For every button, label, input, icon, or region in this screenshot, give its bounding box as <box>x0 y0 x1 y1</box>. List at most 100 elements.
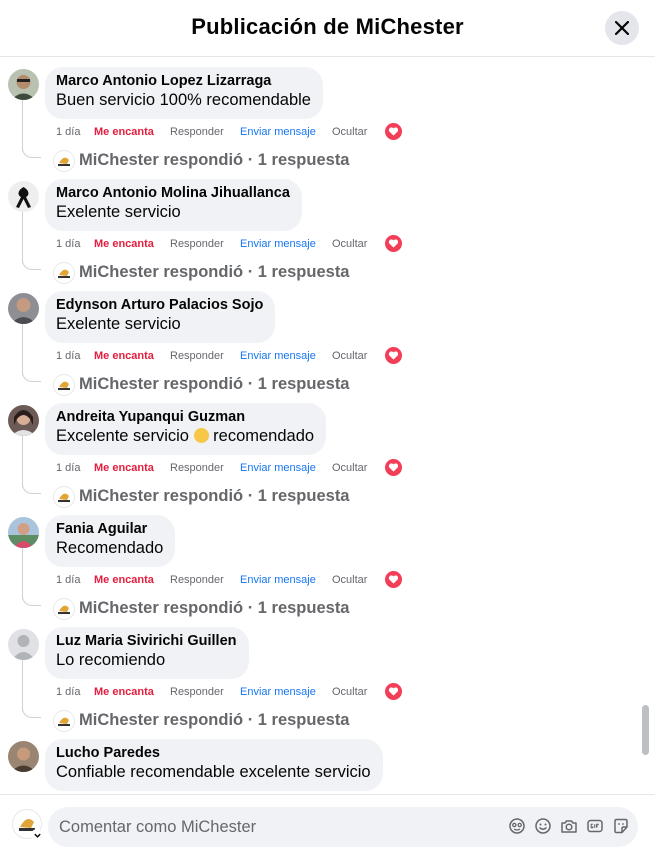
comment-author[interactable]: Edynson Arturo Palacios Sojo <box>56 297 263 314</box>
love-reaction-link[interactable]: Me encanta <box>94 574 154 586</box>
comment-author[interactable]: Lucho Paredes <box>56 745 371 762</box>
default-profile-icon <box>8 629 39 660</box>
love-reaction-link[interactable]: Me encanta <box>94 462 154 474</box>
replies-summary-text[interactable]: MiChester respondió · 1 respuesta <box>79 485 350 507</box>
camera-icon <box>560 819 577 833</box>
sticker-icon <box>613 818 628 833</box>
avatar[interactable] <box>8 517 39 548</box>
reply-link[interactable]: Responder <box>170 462 224 474</box>
comment-item: Andreita Yupanqui Guzman Excelente servi… <box>0 393 640 508</box>
comment-author[interactable]: Fania Aguilar <box>56 521 163 538</box>
heart-reaction-badge[interactable] <box>385 459 402 476</box>
hide-link[interactable]: Ocultar <box>332 238 367 250</box>
replies-summary-text[interactable]: MiChester respondió · 1 respuesta <box>79 597 350 619</box>
replies-summary-text[interactable]: MiChester respondió · 1 respuesta <box>79 261 350 283</box>
comment-bubble: Marco Antonio Lopez Lizarraga Buen servi… <box>45 67 323 119</box>
send-message-link[interactable]: Enviar mensaje <box>240 462 316 474</box>
photo-button[interactable] <box>559 816 578 835</box>
love-reaction-link[interactable]: Me encanta <box>94 238 154 250</box>
hide-link[interactable]: Ocultar <box>332 462 367 474</box>
avatar[interactable] <box>8 69 39 100</box>
replies-summary-text[interactable]: MiChester respondió · 1 respuesta <box>79 373 350 395</box>
heart-reaction-badge[interactable] <box>385 123 402 140</box>
scrollbar-thumb[interactable] <box>642 705 649 755</box>
send-message-link[interactable]: Enviar mensaje <box>240 350 316 362</box>
thread-connector <box>22 367 41 382</box>
emoji-button[interactable] <box>533 816 552 835</box>
hide-link[interactable]: Ocultar <box>332 126 367 138</box>
thread-connector <box>22 591 41 606</box>
heart-reaction-badge[interactable] <box>385 571 402 588</box>
comment-bubble: Fania Aguilar Recomendado <box>45 515 176 567</box>
comment-time[interactable]: 1 día <box>56 350 80 362</box>
love-reaction-link[interactable]: Me encanta <box>94 126 154 138</box>
thread-connector <box>22 479 41 494</box>
thread-connector <box>22 255 41 270</box>
avatar[interactable] <box>8 741 39 772</box>
reply-link[interactable]: Responder <box>170 238 224 250</box>
comment-author[interactable]: Marco Antonio Lopez Lizarraga <box>56 73 311 90</box>
send-message-link[interactable]: Enviar mensaje <box>240 238 316 250</box>
comment-text: Excelente servicio recomendado <box>56 427 315 445</box>
comment-author[interactable]: Andreita Yupanqui Guzman <box>56 409 314 426</box>
gif-button[interactable] <box>585 816 604 835</box>
love-reaction-link[interactable]: Me encanta <box>94 350 154 362</box>
comment-time[interactable]: 1 día <box>56 238 80 250</box>
thread-line <box>22 91 23 151</box>
comment-item: Fania Aguilar Recomendado 1 día Me encan… <box>0 505 640 620</box>
sticker-button[interactable] <box>611 816 630 835</box>
heart-reaction-badge[interactable] <box>385 347 402 364</box>
send-message-link[interactable]: Enviar mensaje <box>240 686 316 698</box>
dialog-header: Publicación de MiChester <box>0 0 655 57</box>
heart-reaction-badge[interactable] <box>385 235 402 252</box>
thread-line <box>22 651 23 711</box>
hide-link[interactable]: Ocultar <box>332 574 367 586</box>
thread-line <box>22 315 23 375</box>
profile-switch-button[interactable] <box>31 829 43 841</box>
comment-text: Buen servicio 100% recomendable <box>56 91 311 109</box>
avatar[interactable] <box>8 181 39 212</box>
close-button[interactable] <box>605 11 639 45</box>
avatar[interactable] <box>8 629 39 660</box>
heart-reaction-badge[interactable] <box>385 683 402 700</box>
reply-link[interactable]: Responder <box>170 126 224 138</box>
reply-link[interactable]: Responder <box>170 350 224 362</box>
send-message-link[interactable]: Enviar mensaje <box>240 574 316 586</box>
thread-connector <box>22 143 41 158</box>
thread-line <box>22 539 23 599</box>
comment-time[interactable]: 1 día <box>56 574 80 586</box>
reply-link[interactable]: Responder <box>170 574 224 586</box>
comment-bubble: Edynson Arturo Palacios Sojo Exelente se… <box>45 291 276 343</box>
comment-composer <box>0 794 655 864</box>
comment-bubble: Lucho Paredes Confiable recomendable exc… <box>45 739 383 791</box>
comment-time[interactable]: 1 día <box>56 126 80 138</box>
avatar[interactable] <box>8 293 39 324</box>
comment-bubble: Andreita Yupanqui Guzman Excelente servi… <box>45 403 327 455</box>
heart-icon <box>388 575 399 584</box>
chevron-down-icon <box>33 833 41 838</box>
comment-text: Lo recomiendo <box>56 651 166 669</box>
thread-connector <box>22 703 41 718</box>
comment-time[interactable]: 1 día <box>56 462 80 474</box>
avatar-sticker-icon <box>508 817 525 834</box>
hide-link[interactable]: Ocultar <box>332 350 367 362</box>
comment-author[interactable]: Marco Antonio Molina Jihuallanca <box>56 185 290 202</box>
love-reaction-link[interactable]: Me encanta <box>94 686 154 698</box>
avatar[interactable] <box>8 405 39 436</box>
comment-item: Marco Antonio Lopez Lizarraga Buen servi… <box>0 57 640 172</box>
hide-link[interactable]: Ocultar <box>332 686 367 698</box>
comment-author[interactable]: Luz Maria Sivirichi Guillen <box>56 633 237 650</box>
replies-summary-text[interactable]: MiChester respondió · 1 respuesta <box>79 149 350 171</box>
send-message-link[interactable]: Enviar mensaje <box>240 126 316 138</box>
thread-line <box>22 427 23 487</box>
comment-time[interactable]: 1 día <box>56 686 80 698</box>
comments-feed[interactable]: Marco Antonio Lopez Lizarraga Buen servi… <box>0 57 655 793</box>
avatar-sticker-button[interactable] <box>507 816 526 835</box>
comment-item: Luz Maria Sivirichi Guillen Lo recomiend… <box>0 617 640 732</box>
comment-item: Marco Antonio Molina Jihuallanca Exelent… <box>0 169 640 284</box>
replies-summary-text[interactable]: MiChester respondió · 1 respuesta <box>79 709 350 731</box>
heart-icon <box>388 463 399 472</box>
grinning-sweat-emoji-icon <box>193 428 209 443</box>
reply-link[interactable]: Responder <box>170 686 224 698</box>
dialog-title: Publicación de MiChester <box>191 14 464 39</box>
